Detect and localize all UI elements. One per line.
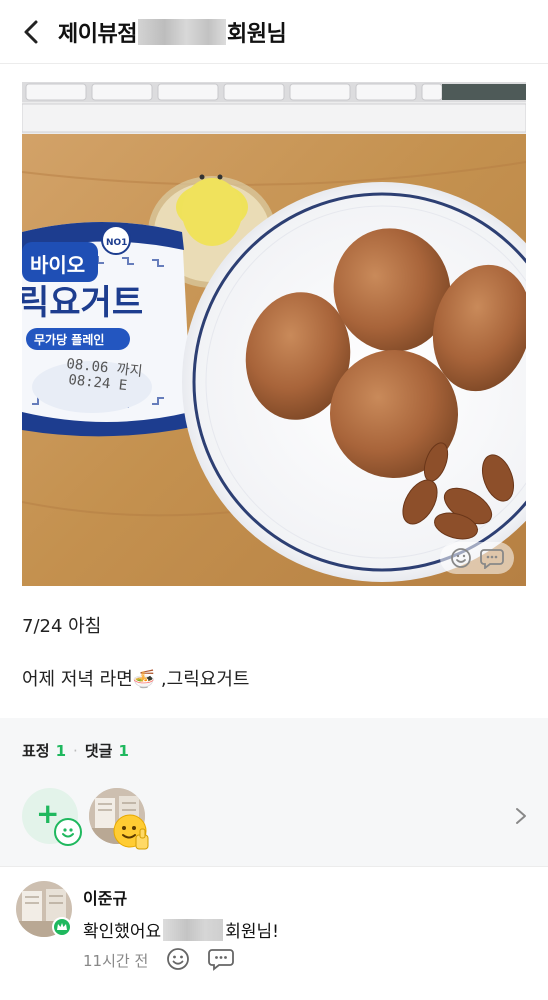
comment-text-suffix: 회원님! (225, 922, 279, 942)
top-bar: 제이뷰점 회원님 (0, 0, 548, 64)
comment-item: 이준규 확인했어요 회원님! 11시간 전 (0, 866, 548, 1000)
comment-text: 확인했어요 회원님! (83, 917, 279, 942)
separator-dot: · (73, 741, 78, 760)
reactions-panel: 표정 1 · 댓글 1 + (0, 718, 548, 866)
smile-icon (54, 818, 82, 846)
post-line-meal: 어제 저녁 라면🍜 ,그릭요거트 (22, 669, 250, 690)
breakfast-photo: 바이오 NO1 릭요거트 무가당 플레인 08.06 까지 08:24 E (22, 82, 526, 586)
smile-icon[interactable] (450, 547, 472, 569)
crown-badge-icon (52, 917, 72, 937)
redacted-name (163, 918, 224, 941)
reaction-counts: 표정 1 · 댓글 1 (22, 740, 129, 761)
comment-timestamp: 11시간 전 (83, 952, 149, 970)
post-line-date: 7/24 아침 (22, 616, 102, 637)
back-button[interactable] (0, 0, 64, 64)
comment-text-prefix: 확인했어요 (83, 922, 162, 942)
reactions-count: 1 (55, 741, 67, 760)
title-prefix: 제이뷰점 (58, 21, 137, 47)
svg-text:무가당 플레인: 무가당 플레인 (34, 332, 104, 347)
chevron-right-icon[interactable] (514, 806, 528, 826)
smile-icon[interactable] (166, 947, 190, 971)
redacted-name (137, 18, 226, 45)
chevron-left-icon (24, 20, 38, 43)
add-reaction-button[interactable]: + (22, 788, 82, 846)
comments-count: 1 (118, 741, 129, 760)
reactions-label: 표정 (22, 742, 50, 760)
commenter-name: 이준규 (83, 889, 128, 908)
comments-label: 댓글 (84, 742, 113, 760)
comment-icon[interactable] (480, 547, 504, 569)
title-suffix: 회원님 (226, 21, 287, 47)
post-photo[interactable]: 바이오 NO1 릭요거트 무가당 플레인 08.06 까지 08:24 E (22, 82, 526, 586)
svg-text:릭요거트: 릭요거트 (22, 283, 143, 323)
photo-overlay-actions (440, 542, 514, 574)
thumbs-up-emoji-icon (112, 813, 152, 853)
svg-text:바이오: 바이오 (30, 253, 85, 277)
reply-comment-icon[interactable] (208, 947, 234, 971)
page-title: 제이뷰점 회원님 (58, 16, 287, 48)
svg-text:NO1: NO1 (106, 238, 127, 248)
